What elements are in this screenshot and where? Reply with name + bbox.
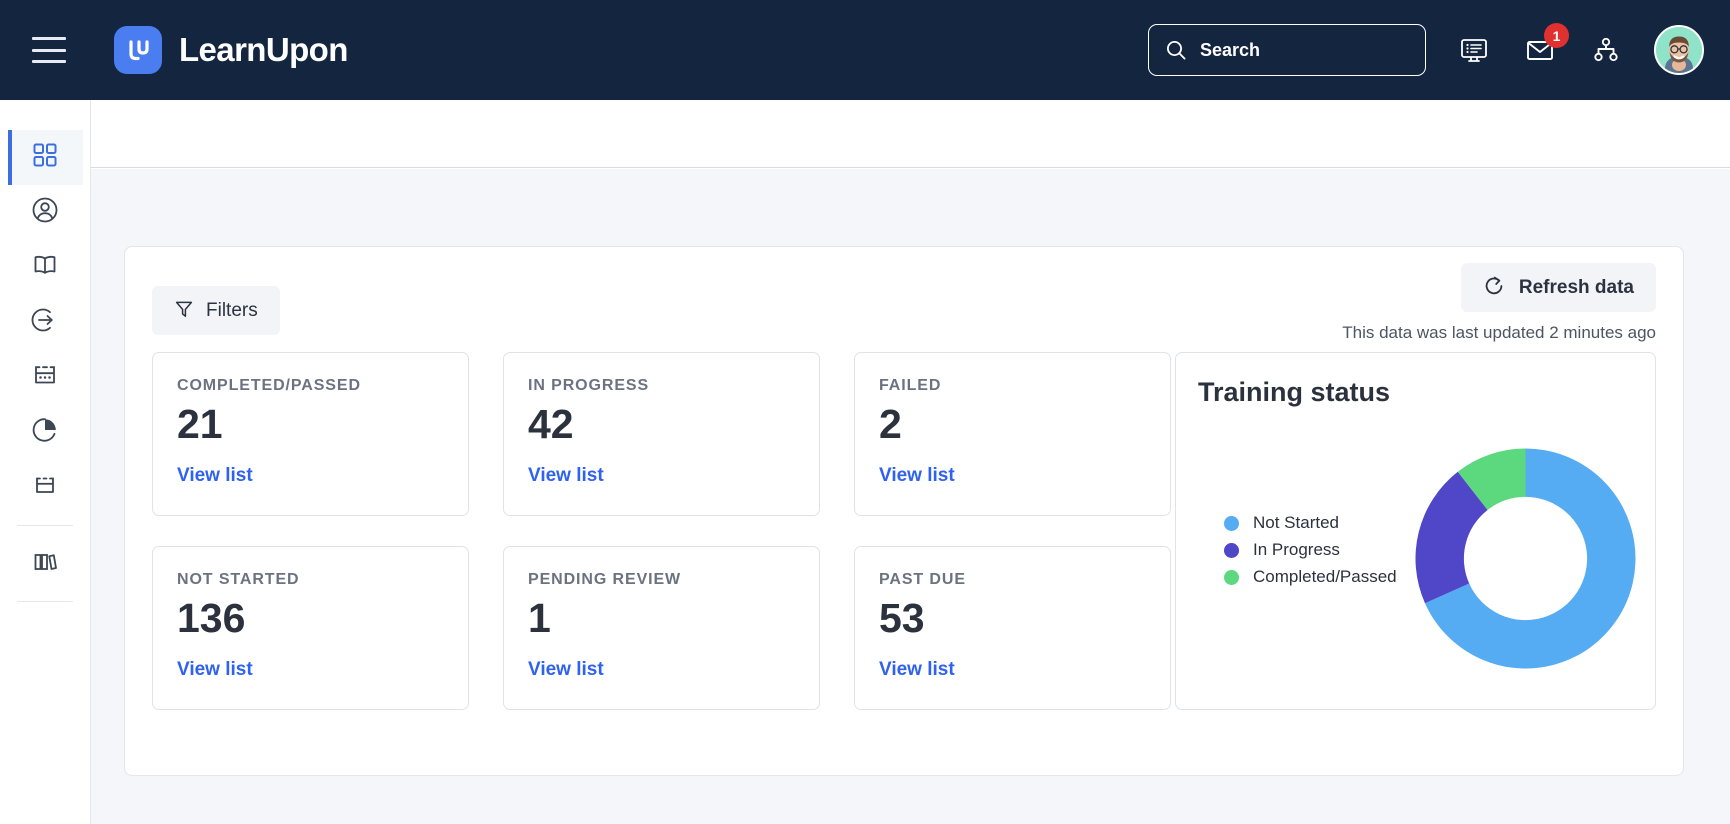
calendar-dots-icon: [31, 361, 59, 394]
sidebar-divider: [17, 601, 73, 602]
refresh-data-button-label: Refresh data: [1518, 276, 1634, 298]
search-icon: [1165, 39, 1187, 61]
view-list-link[interactable]: View list: [879, 659, 955, 681]
sidebar-item-events[interactable]: [8, 350, 83, 405]
panel-toolbar: Filters Refresh data This data was last …: [125, 247, 1683, 359]
chart-legend: Not Started In Progress Completed/Passed: [1224, 513, 1397, 594]
stat-card-failed: FAILED 2 View list: [854, 352, 1171, 516]
stat-card-value: 136: [177, 595, 246, 641]
refresh-icon: [1483, 275, 1505, 300]
legend-color-swatch: [1224, 569, 1239, 585]
top-header: LearnUpon Search 1: [0, 0, 1730, 100]
hamburger-line: [32, 60, 66, 63]
stat-card-pending-review: PENDING REVIEW 1 View list: [503, 546, 820, 710]
funnel-icon: [174, 299, 194, 322]
grid-dashboard-icon: [32, 142, 58, 173]
stat-card-not-started: NOT STARTED 136 View list: [152, 546, 469, 710]
view-list-link[interactable]: View list: [177, 465, 253, 487]
sidebar-item-calendar[interactable]: [8, 460, 83, 515]
stat-card-value: 42: [528, 401, 574, 447]
hamburger-menu-icon[interactable]: [32, 37, 66, 63]
filters-button-label: Filters: [206, 299, 258, 321]
user-circle-icon: [31, 196, 59, 229]
stat-card-value: 1: [528, 595, 551, 641]
learnupon-logo-icon: [114, 26, 162, 74]
dashboard-panel: Filters Refresh data This data was last …: [124, 246, 1684, 776]
stat-card-label: FAILED: [879, 377, 942, 394]
refresh-data-button[interactable]: Refresh data: [1460, 263, 1656, 312]
filters-button[interactable]: Filters: [152, 286, 280, 335]
legend-label: In Progress: [1253, 540, 1340, 559]
training-status-donut-chart: [1413, 446, 1638, 671]
sidebar-item-courses[interactable]: [8, 240, 83, 295]
view-list-link[interactable]: View list: [528, 659, 604, 681]
legend-label: Not Started: [1253, 513, 1339, 532]
legend-item: Completed/Passed: [1224, 567, 1397, 587]
brand-name: LearnUpon: [179, 31, 348, 68]
legend-color-swatch: [1224, 515, 1239, 531]
left-sidebar: [0, 100, 91, 824]
view-list-link[interactable]: View list: [528, 465, 604, 487]
stat-card-completed-passed: COMPLETED/PASSED 21 View list: [152, 352, 469, 516]
sidebar-item-reports[interactable]: [8, 405, 83, 460]
sidebar-item-users[interactable]: [8, 185, 83, 240]
training-status-card: Training status Not Started In Progress …: [1175, 352, 1656, 710]
legend-color-swatch: [1224, 542, 1239, 558]
mail-envelope-icon[interactable]: 1: [1522, 23, 1569, 68]
sub-header-bar: [91, 100, 1730, 168]
stat-card-label: COMPLETED/PASSED: [177, 377, 361, 394]
sidebar-item-dashboard[interactable]: [7, 130, 83, 185]
stat-card-label: PENDING REVIEW: [528, 571, 682, 588]
pie-chart-icon: [31, 416, 59, 449]
stat-card-value: 21: [177, 401, 223, 447]
org-chart-icon[interactable]: [1588, 32, 1624, 68]
search-input[interactable]: [1200, 39, 1400, 61]
stat-card-past-due: PAST DUE 53 View list: [854, 546, 1171, 710]
stat-card-value: 2: [879, 401, 902, 447]
sidebar-item-library[interactable]: [8, 536, 83, 591]
main-content: Filters Refresh data This data was last …: [91, 169, 1730, 824]
view-list-link[interactable]: View list: [879, 465, 955, 487]
user-avatar[interactable]: [1654, 25, 1704, 75]
legend-label: Completed/Passed: [1253, 567, 1397, 586]
dashboard-monitor-icon[interactable]: [1456, 32, 1492, 68]
legend-item: In Progress: [1224, 540, 1397, 560]
hamburger-line: [32, 48, 66, 52]
sidebar-item-enrollments[interactable]: [8, 295, 83, 350]
sidebar-nav: [0, 130, 90, 612]
calendar-icon: [31, 471, 59, 504]
brand-logo-area[interactable]: LearnUpon: [114, 26, 348, 74]
stat-card-value: 53: [879, 595, 925, 641]
hamburger-line: [32, 37, 66, 40]
view-list-link[interactable]: View list: [177, 659, 253, 681]
search-box[interactable]: [1148, 24, 1426, 76]
stat-card-label: PAST DUE: [879, 571, 966, 588]
header-actions: 1: [1148, 23, 1704, 76]
enter-arrow-icon: [31, 306, 59, 339]
notification-badge: 1: [1544, 23, 1569, 48]
legend-item: Not Started: [1224, 513, 1397, 533]
sidebar-divider: [17, 525, 73, 526]
last-updated-text: This data was last updated 2 minutes ago: [1342, 323, 1656, 342]
stat-card-label: IN PROGRESS: [528, 377, 650, 394]
chart-title: Training status: [1198, 377, 1391, 407]
library-books-icon: [31, 547, 59, 580]
open-book-icon: [31, 251, 59, 284]
stat-card-in-progress: IN PROGRESS 42 View list: [503, 352, 820, 516]
stat-card-label: NOT STARTED: [177, 571, 300, 588]
